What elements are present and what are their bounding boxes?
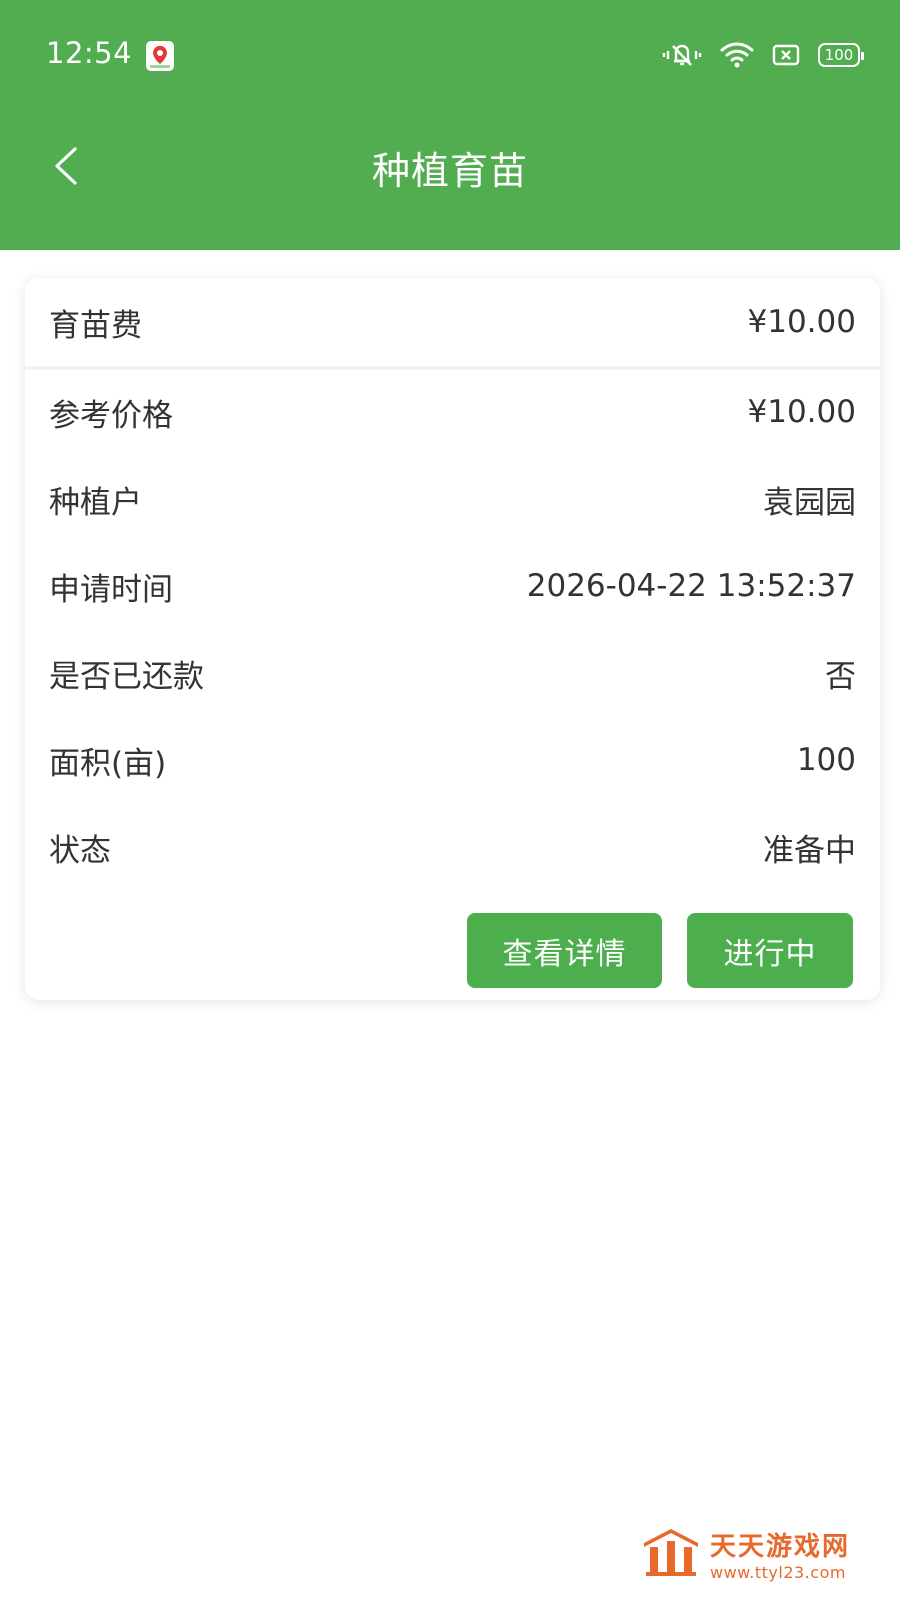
vibrate-mute-icon bbox=[662, 40, 702, 70]
nav-bar: 种植育苗 bbox=[0, 110, 900, 220]
page-title: 种植育苗 bbox=[371, 149, 528, 193]
in-progress-button[interactable]: 进行中 bbox=[687, 913, 853, 988]
status-time: 12:54 bbox=[46, 36, 133, 70]
row-repaid: 是否已还款 否 bbox=[25, 629, 880, 717]
watermark-url: www.ttyl23.com bbox=[709, 1563, 846, 1582]
row-label: 参考价格 bbox=[49, 397, 173, 434]
battery-icon: 100 bbox=[818, 43, 864, 67]
row-status: 状态 准备中 bbox=[25, 803, 880, 891]
row-reference-price: 参考价格 ¥10.00 bbox=[25, 368, 880, 456]
row-value: ¥10.00 bbox=[747, 394, 856, 430]
row-label: 状态 bbox=[49, 832, 111, 869]
row-apply-time: 申请时间 2026-04-22 13:52:37 bbox=[25, 542, 880, 630]
row-label: 种植户 bbox=[49, 484, 142, 521]
row-seedling-fee: 育苗费 ¥10.00 bbox=[25, 278, 880, 366]
row-value: 2026-04-22 13:52:37 bbox=[526, 568, 856, 604]
row-value: 否 bbox=[825, 658, 856, 695]
card-actions: 查看详情 进行中 bbox=[467, 913, 853, 988]
row-grower: 种植户 袁园园 bbox=[25, 455, 880, 543]
row-value: 袁园园 bbox=[763, 484, 856, 521]
app-header: 12:54 100 种植育苗 bbox=[0, 0, 900, 250]
row-label: 面积(亩) bbox=[49, 745, 167, 782]
wifi-icon bbox=[720, 41, 754, 69]
row-label: 是否已还款 bbox=[49, 658, 204, 695]
watermark-title: 天天游戏网 bbox=[709, 1532, 850, 1562]
row-value: 100 bbox=[796, 742, 856, 778]
row-value: ¥10.00 bbox=[747, 304, 856, 340]
row-label: 申请时间 bbox=[49, 571, 173, 608]
status-bar: 12:54 100 bbox=[0, 0, 900, 110]
row-value: 准备中 bbox=[763, 832, 856, 869]
view-details-button[interactable]: 查看详情 bbox=[467, 913, 662, 988]
row-area: 面积(亩) 100 bbox=[25, 716, 880, 804]
watermark: 天天游戏网 www.ttyl23.com bbox=[642, 1526, 850, 1582]
row-label: 育苗费 bbox=[49, 307, 142, 344]
watermark-logo-icon bbox=[642, 1527, 700, 1581]
watermark-text: 天天游戏网 www.ttyl23.com bbox=[710, 1526, 850, 1582]
status-icons: 100 bbox=[662, 38, 864, 72]
map-pin-app-icon bbox=[145, 40, 175, 72]
sim-off-icon bbox=[772, 43, 800, 67]
seedling-card: 育苗费 ¥10.00 参考价格 ¥10.00 种植户 袁园园 申请时间 2026… bbox=[25, 278, 880, 1000]
